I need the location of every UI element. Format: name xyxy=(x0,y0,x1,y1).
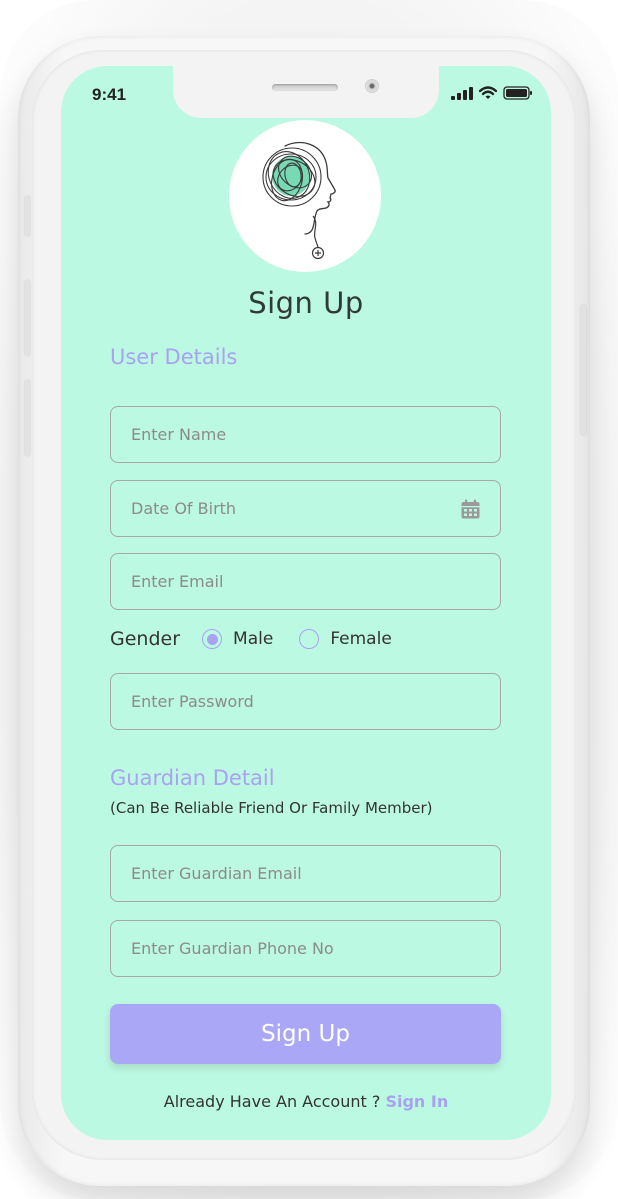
email-input[interactable] xyxy=(131,572,480,591)
speaker-grille xyxy=(272,84,338,91)
guardian-heading: Guardian Detail xyxy=(110,766,275,790)
password-input[interactable] xyxy=(131,692,480,711)
head-brain-logo-icon xyxy=(262,141,336,260)
notch xyxy=(173,66,439,118)
password-field[interactable] xyxy=(110,673,501,730)
page-title: Sign Up xyxy=(248,286,364,320)
name-field[interactable] xyxy=(110,406,501,463)
wifi-icon xyxy=(478,85,498,104)
calendar-icon[interactable] xyxy=(461,499,480,519)
volume-up-button xyxy=(25,280,30,356)
sign-up-button[interactable]: Sign Up xyxy=(110,1004,501,1064)
sign-in-link[interactable]: Sign In xyxy=(385,1092,448,1111)
battery-icon xyxy=(503,85,533,104)
name-input[interactable] xyxy=(131,425,480,444)
gender-radio-male[interactable] xyxy=(202,629,223,649)
guardian-phone-input[interactable] xyxy=(131,939,480,958)
guardian-phone-field[interactable] xyxy=(110,920,501,977)
front-camera xyxy=(365,79,379,93)
email-field[interactable] xyxy=(110,553,501,610)
gender-radio-female[interactable] xyxy=(299,629,320,649)
radio-selected-dot xyxy=(206,633,218,645)
guardian-email-input[interactable] xyxy=(131,864,480,883)
phone-screen: 9:41 Sign Up User Details Enter Name Dat… xyxy=(61,66,551,1140)
power-button xyxy=(581,305,586,435)
dob-field[interactable] xyxy=(110,480,501,537)
dob-input[interactable] xyxy=(131,499,461,518)
gender-label: Gender xyxy=(110,628,181,650)
signal-icon xyxy=(451,85,473,104)
guardian-email-field[interactable] xyxy=(110,845,501,902)
footer: Already Have An Account ? Sign In xyxy=(61,1092,551,1111)
gender-option-male[interactable]: Male xyxy=(233,629,273,649)
guardian-subheading: (Can Be Reliable Friend Or Family Member… xyxy=(110,799,433,817)
footer-prompt: Already Have An Account ? xyxy=(163,1092,381,1111)
user-details-heading: User Details xyxy=(110,345,238,369)
gender-row: Gender Male Female xyxy=(110,628,418,650)
volume-down-button xyxy=(25,380,30,456)
status-icons xyxy=(451,85,533,104)
mute-switch xyxy=(25,196,30,236)
status-time: 9:41 xyxy=(92,85,127,104)
gender-option-female[interactable]: Female xyxy=(330,629,391,649)
logo xyxy=(229,120,381,272)
